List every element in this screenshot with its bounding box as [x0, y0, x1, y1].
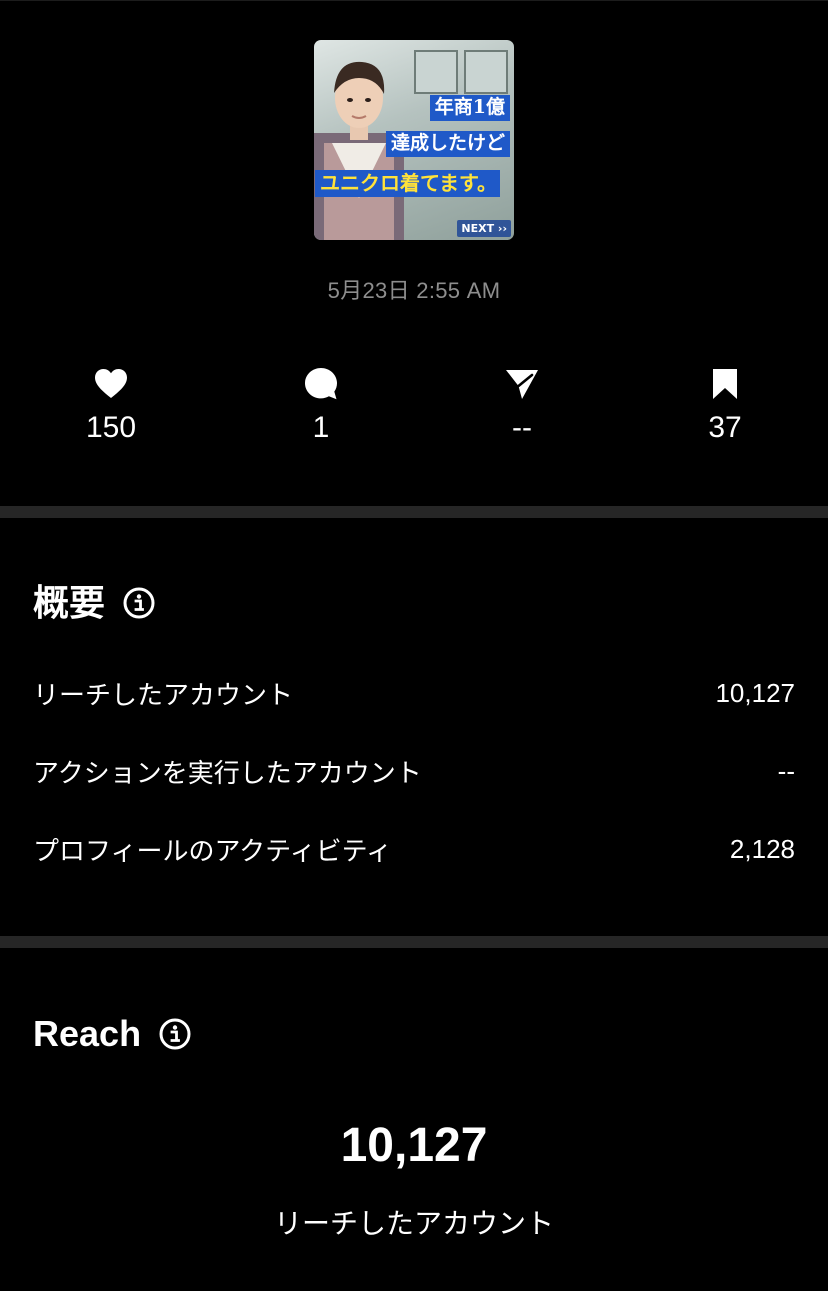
comments-count: 1	[312, 411, 330, 444]
overview-row-reached-accounts[interactable]: リーチしたアカウント 10,127	[33, 673, 795, 713]
background-window	[414, 50, 458, 94]
bookmark-icon	[655, 366, 795, 402]
saves-count: 37	[708, 411, 742, 444]
send-icon	[452, 366, 592, 402]
overview-row-engaged-accounts[interactable]: アクションを実行したアカウント --	[33, 751, 795, 791]
shares-count: --	[512, 411, 532, 444]
thumbnail-caption-1: 年商1億	[429, 95, 510, 121]
reach-title: Reach	[33, 1013, 142, 1054]
overview-title: 概要	[33, 582, 106, 623]
row-label: プロフィールのアクティビティ	[33, 835, 393, 866]
likes-stat[interactable]: 150	[41, 366, 181, 446]
row-value: --	[777, 755, 795, 786]
reach-label: リーチしたアカウント	[273, 1208, 554, 1239]
shares-stat[interactable]: --	[452, 366, 592, 446]
section-divider	[0, 506, 828, 518]
row-value: 10,127	[715, 677, 795, 708]
thumbnail-next-label: NEXT ››	[457, 220, 511, 237]
thumbnail-caption-2: 達成したけど	[385, 131, 510, 157]
section-divider	[0, 936, 828, 948]
saves-stat[interactable]: 37	[655, 366, 795, 446]
comment-icon	[251, 366, 391, 402]
reach-section-title: Reach	[33, 1016, 191, 1052]
likes-count: 150	[85, 411, 137, 444]
comments-stat[interactable]: 1	[251, 366, 391, 446]
post-date: 5月23日 2:55 AM	[327, 278, 501, 303]
reach-value: 10,127	[340, 1119, 488, 1172]
top-border	[0, 0, 828, 1]
info-icon[interactable]	[159, 1018, 191, 1050]
info-icon[interactable]	[123, 587, 155, 619]
post-thumbnail[interactable]: 年商1億 達成したけど ユニクロ着てます。 NEXT ››	[314, 40, 514, 240]
thumbnail-caption-3: ユニクロ着てます。	[315, 170, 500, 197]
overview-row-profile-activity[interactable]: プロフィールのアクティビティ 2,128	[33, 829, 795, 869]
row-label: リーチしたアカウント	[33, 679, 294, 710]
overview-section-title: 概要	[33, 585, 155, 621]
row-value: 2,128	[729, 833, 795, 864]
row-label: アクションを実行したアカウント	[33, 757, 422, 788]
background-window	[464, 50, 508, 94]
heart-icon	[41, 366, 181, 402]
